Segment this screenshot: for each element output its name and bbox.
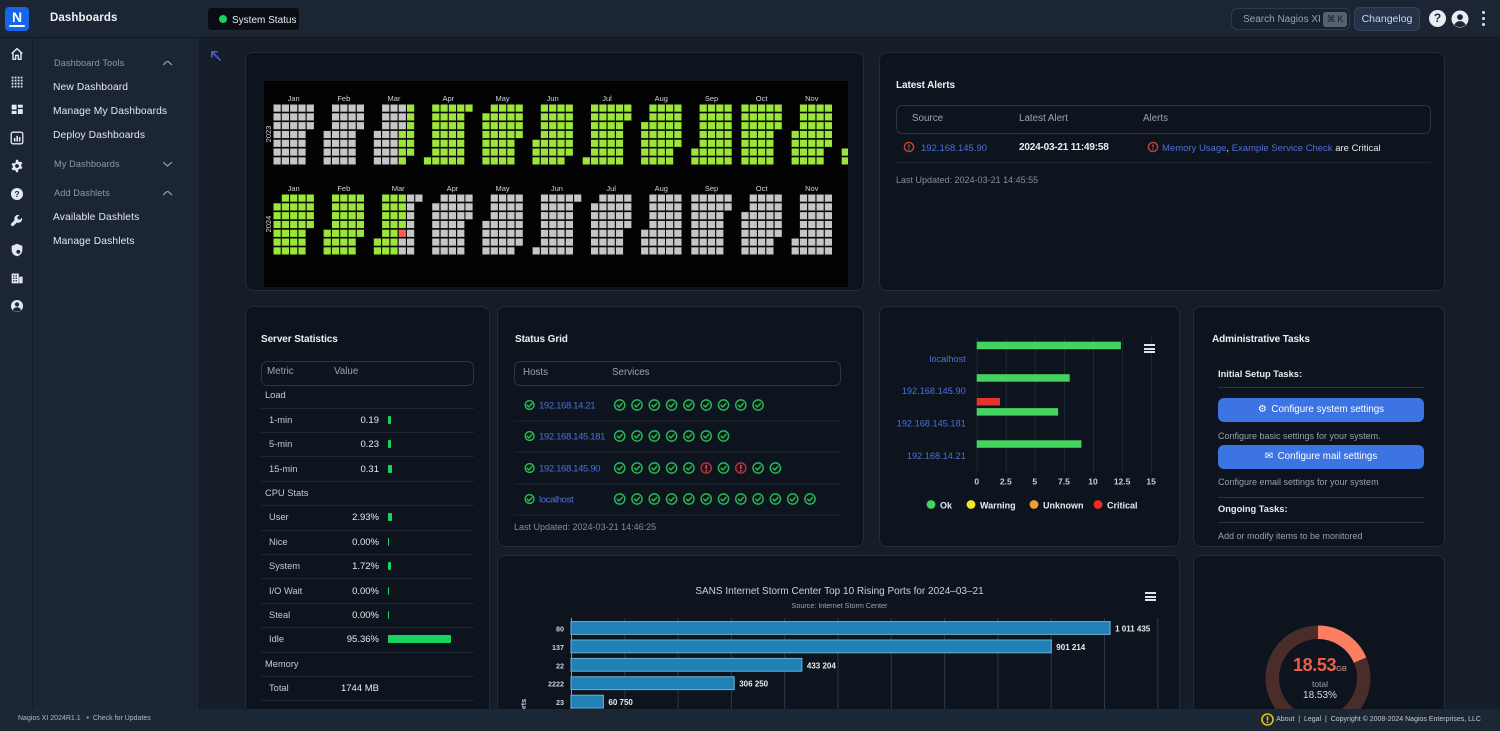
svg-text:901 214: 901 214	[1056, 643, 1085, 652]
svg-text:192.168.145.181: 192.168.145.181	[897, 419, 966, 429]
svg-text:Jan: Jan	[288, 94, 300, 103]
svg-text:Sep: Sep	[705, 94, 718, 103]
svg-text:May: May	[496, 184, 510, 193]
svg-text:May: May	[496, 94, 510, 103]
svg-text:Jan: Jan	[288, 184, 300, 193]
svg-text:192.168.145.90: 192.168.145.90	[902, 386, 966, 396]
svg-text:Mar: Mar	[392, 184, 405, 193]
svg-text:Oct: Oct	[756, 94, 769, 103]
svg-text:Warning: Warning	[980, 501, 1016, 511]
svg-text:Feb: Feb	[337, 94, 350, 103]
svg-text:0: 0	[974, 477, 979, 487]
svg-text:Apr: Apr	[447, 184, 459, 193]
svg-text:433 204: 433 204	[807, 661, 836, 670]
svg-text:2023: 2023	[264, 126, 273, 143]
svg-text:Mar: Mar	[388, 94, 401, 103]
svg-text:2222: 2222	[548, 680, 564, 689]
svg-text:Jun: Jun	[547, 94, 559, 103]
svg-text:Sep: Sep	[705, 184, 718, 193]
svg-text:23: 23	[556, 698, 564, 707]
svg-text:15: 15	[1146, 477, 1156, 487]
svg-text:192.168.14.21: 192.168.14.21	[539, 400, 595, 411]
svg-text:12.5: 12.5	[1114, 477, 1131, 487]
svg-text:Oct: Oct	[756, 184, 769, 193]
svg-text:192.168.145.90: 192.168.145.90	[539, 463, 600, 474]
svg-text:Apr: Apr	[442, 94, 454, 103]
svg-text:60 750: 60 750	[608, 698, 633, 707]
svg-text:localhost: localhost	[929, 354, 966, 364]
svg-text:1 011 435: 1 011 435	[1115, 625, 1151, 634]
svg-text:Aug: Aug	[655, 94, 668, 103]
svg-text:Jun: Jun	[551, 184, 563, 193]
svg-text:2024: 2024	[264, 216, 273, 233]
svg-text:2.5: 2.5	[1000, 477, 1012, 487]
svg-text:Ok: Ok	[940, 501, 953, 511]
svg-text:306 250: 306 250	[739, 680, 768, 689]
svg-text:5: 5	[1032, 477, 1037, 487]
svg-text:22: 22	[556, 661, 564, 670]
svg-text:?: ?	[14, 189, 19, 199]
svg-text:Jul: Jul	[602, 94, 612, 103]
svg-text:Aug: Aug	[655, 184, 668, 193]
svg-text:localhost: localhost	[539, 494, 574, 505]
svg-text:Nov: Nov	[805, 184, 819, 193]
svg-text:Critical: Critical	[1107, 501, 1138, 511]
svg-text:192.168.145.181: 192.168.145.181	[539, 431, 605, 442]
svg-text:80: 80	[556, 625, 564, 634]
svg-text:Nov: Nov	[805, 94, 819, 103]
svg-text:137: 137	[552, 643, 564, 652]
svg-text:Unknown: Unknown	[1043, 501, 1084, 511]
svg-text:7.5: 7.5	[1058, 477, 1070, 487]
svg-text:Feb: Feb	[337, 184, 350, 193]
svg-text:Jul: Jul	[606, 184, 616, 193]
svg-text:192.168.14.21: 192.168.14.21	[907, 451, 966, 461]
svg-text:10: 10	[1088, 477, 1098, 487]
